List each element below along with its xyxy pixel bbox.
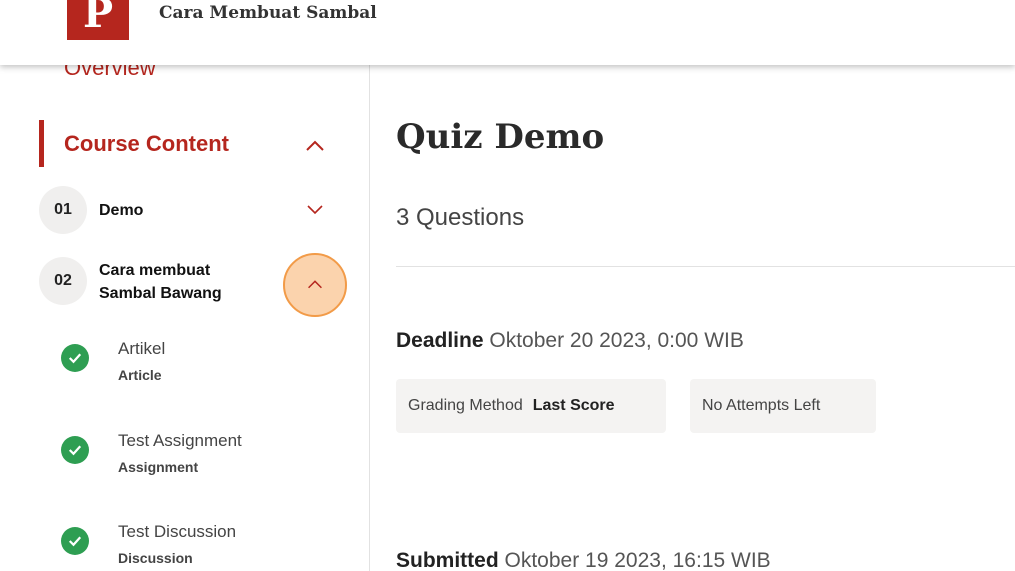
page-title: Quiz Demo bbox=[396, 117, 605, 157]
chevron-down-icon[interactable] bbox=[303, 197, 327, 221]
lesson-title[interactable]: Test Discussion bbox=[118, 522, 236, 542]
sidebar: Overview Course Content 01 Demo 02 Cara … bbox=[0, 65, 370, 571]
grading-method-badge: Grading Method Last Score bbox=[396, 379, 666, 433]
submitted-text: Submitted Oktober 19 2023, 16:15 WIB bbox=[396, 549, 771, 571]
deadline-value: Oktober 20 2023, 0:00 WIB bbox=[489, 329, 744, 352]
module-number: 02 bbox=[39, 257, 87, 305]
check-icon bbox=[61, 436, 89, 464]
lesson-type: Assignment bbox=[118, 459, 199, 475]
lesson-type: Article bbox=[118, 367, 162, 383]
module-title-demo[interactable]: Demo bbox=[99, 199, 143, 222]
lesson-title[interactable]: Artikel bbox=[118, 339, 165, 359]
attempts-badge: No Attempts Left bbox=[690, 379, 876, 433]
logo[interactable]: P bbox=[67, 0, 129, 40]
main-content: Quiz Demo 3 Questions Deadline Oktober 2… bbox=[371, 65, 1015, 571]
course-content-heading[interactable]: Course Content bbox=[64, 131, 229, 157]
sidebar-overview-link[interactable]: Overview bbox=[64, 65, 156, 81]
module-title-line: Sambal Bawang bbox=[99, 285, 222, 302]
course-title: Cara Membuat Sambal bbox=[159, 3, 377, 23]
module-title-sambal[interactable]: Cara membuat Sambal Bawang bbox=[99, 259, 222, 305]
module-toggle-button[interactable] bbox=[283, 253, 347, 317]
section-accent-bar bbox=[39, 120, 44, 167]
submitted-label: Submitted bbox=[396, 549, 499, 571]
chevron-up-icon bbox=[308, 280, 322, 289]
lesson-type: Discussion bbox=[118, 550, 193, 566]
check-icon bbox=[61, 527, 89, 555]
module-title-line: Cara membuat bbox=[99, 262, 211, 279]
attempts-text: No Attempts Left bbox=[702, 397, 821, 414]
deadline-label: Deadline bbox=[396, 329, 484, 352]
submitted-value: Oktober 19 2023, 16:15 WIB bbox=[504, 549, 771, 571]
module-number: 01 bbox=[39, 186, 87, 234]
deadline-text: Deadline Oktober 20 2023, 0:00 WIB bbox=[396, 329, 744, 353]
question-count: 3 Questions bbox=[396, 204, 525, 231]
check-icon bbox=[61, 344, 89, 372]
lesson-title[interactable]: Test Assignment bbox=[118, 431, 242, 451]
chevron-up-icon[interactable] bbox=[303, 134, 327, 158]
grading-value: Last Score bbox=[532, 397, 615, 414]
grading-label: Grading Method bbox=[408, 397, 523, 414]
top-bar: P Cara Membuat Sambal bbox=[0, 0, 1015, 65]
divider bbox=[396, 266, 1015, 267]
